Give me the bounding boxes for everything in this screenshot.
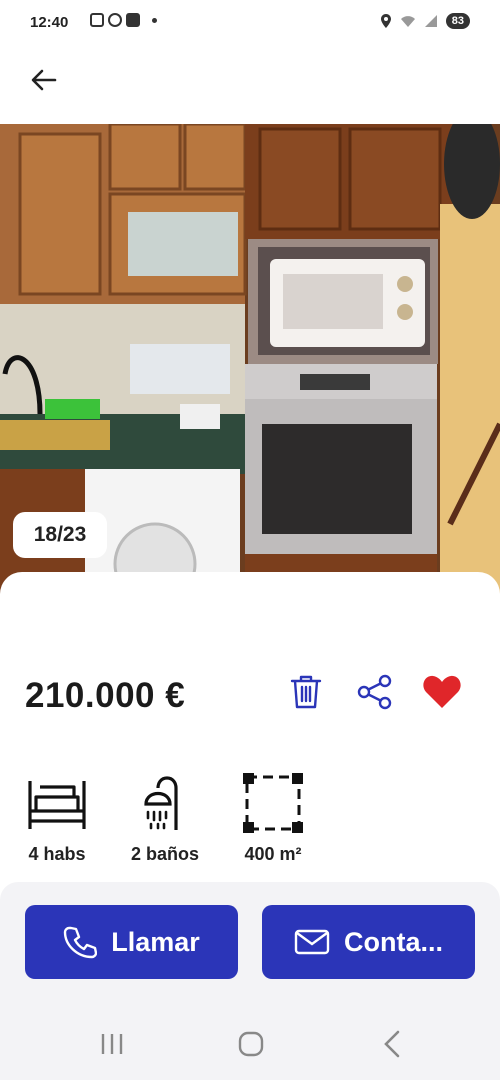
heart-icon — [423, 675, 461, 708]
wifi-icon — [400, 16, 415, 27]
mail-icon — [294, 929, 330, 955]
favorite-button[interactable] — [422, 672, 462, 712]
signal-icon — [424, 15, 437, 27]
back-button[interactable] — [26, 62, 62, 98]
system-icons: 83 — [380, 13, 470, 29]
shower-icon — [144, 776, 178, 830]
status-time: 12:40 — [30, 14, 69, 31]
trash-icon — [290, 675, 322, 709]
contact-button[interactable]: Conta... — [262, 905, 475, 979]
call-button[interactable]: Llamar — [25, 905, 238, 979]
screenshot-icon — [90, 13, 104, 27]
delete-button[interactable] — [286, 672, 326, 712]
home-icon — [238, 1031, 264, 1057]
status-bar: 12:40 83 — [0, 0, 500, 48]
feature-bathrooms: 2 baños — [120, 772, 210, 865]
share-button[interactable] — [355, 672, 395, 712]
feature-area: 400 m² — [228, 772, 318, 865]
recent-apps-button[interactable] — [92, 1024, 132, 1064]
more-notifications-icon — [152, 17, 157, 23]
feature-label: 2 baños — [130, 844, 200, 864]
recent-apps-icon — [101, 1034, 123, 1054]
chevron-left-icon — [384, 1030, 400, 1058]
bed-icon — [28, 781, 86, 829]
vpn-icon — [108, 13, 122, 27]
system-back-button[interactable] — [372, 1024, 412, 1064]
feature-bedrooms: 4 habs — [12, 772, 102, 865]
home-button[interactable] — [231, 1024, 271, 1064]
notification-icons — [90, 13, 157, 27]
listing-price: 210.000 € — [25, 676, 186, 715]
contact-label: Conta... — [344, 926, 443, 957]
phone-icon — [64, 926, 98, 959]
system-nav-bar — [0, 1002, 500, 1080]
location-icon — [380, 14, 391, 28]
call-label: Llamar — [111, 926, 200, 957]
feature-label: 4 habs — [28, 844, 86, 864]
battery-indicator: 83 — [445, 13, 470, 29]
area-icon — [243, 773, 303, 833]
arrow-left-icon — [31, 69, 57, 91]
share-icon — [357, 674, 392, 710]
gallery-icon — [126, 13, 140, 27]
feature-label: 400 m² — [244, 844, 302, 864]
photo-counter: 18/23 — [13, 512, 107, 558]
